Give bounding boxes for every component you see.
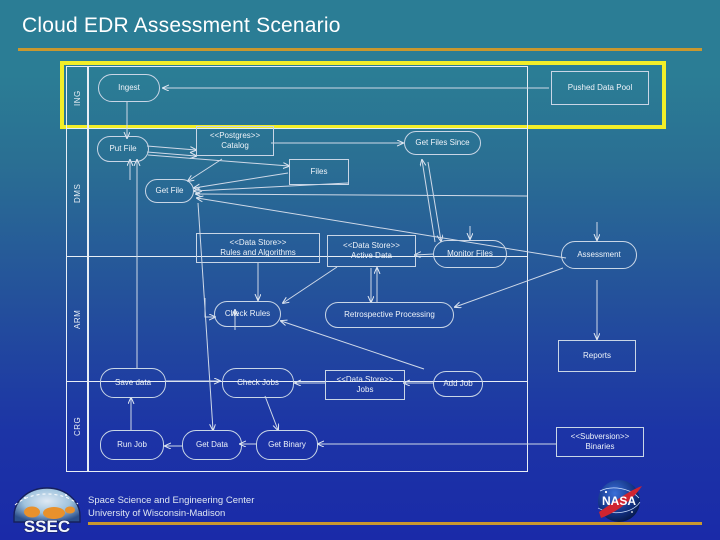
page-title: Cloud EDR Assessment Scenario [22,14,341,37]
node-label: Reports [582,351,611,361]
nasa-logo-text: NASA [602,494,636,508]
node-label: Save data [114,378,152,388]
node-label: Run Job [117,440,147,450]
node-put-file[interactable]: Put File [97,136,149,162]
node-check-rules[interactable]: Check Rules [214,301,281,327]
node-label: Jobs [356,385,374,394]
node-get-binary[interactable]: Get Binary [256,430,318,460]
node-jobs-store[interactable]: <<Data Store>> Jobs [325,370,405,400]
lane-label-arm: ARM [73,309,82,330]
node-rules-and-algorithms[interactable]: <<Data Store>> Rules and Algorithms [196,233,320,263]
node-label: Check Jobs [237,378,279,388]
node-save-data[interactable]: Save data [100,368,166,398]
node-run-job[interactable]: Run Job [100,430,164,460]
ssec-logo: SSEC [13,487,81,534]
node-catalog[interactable]: <<Postgres>> Catalog [196,126,274,156]
node-label: Put File [109,144,137,154]
lane-label-ing: ING [73,90,82,106]
node-label: Assessment [577,250,621,260]
node-active-data[interactable]: <<Data Store>> Active Data [327,235,416,267]
node-get-data[interactable]: Get Data [182,430,242,460]
node-get-files-since[interactable]: Get Files Since [404,131,481,155]
swimlane-diagram: ING DMS ARM CRG [66,66,528,472]
node-label: Catalog [221,141,249,150]
node-reports[interactable]: Reports [558,340,636,372]
node-label: Files [310,167,328,177]
node-files[interactable]: Files [289,159,349,185]
node-retrospective-processing[interactable]: Retrospective Processing [325,302,454,328]
node-check-jobs[interactable]: Check Jobs [222,368,294,398]
nasa-logo: NASA [597,480,642,522]
node-label: Add Job [443,379,473,389]
node-monitor-files[interactable]: Monitor Files [433,240,507,268]
node-label: Ingest [118,83,140,93]
node-stereotype: <<Postgres>> [209,131,261,141]
ssec-logo-text: SSEC [24,517,70,534]
node-label: Monitor Files [447,249,493,259]
node-label: Get Binary [268,440,306,450]
node-label: Get Data [195,440,228,450]
node-stereotype: <<Data Store>> [336,375,394,385]
node-stereotype: <<Data Store>> [343,241,400,251]
node-label: Check Rules [224,309,271,319]
node-stereotype: <<Subversion>> [570,432,630,442]
node-label: Active Data [351,251,392,260]
node-get-file[interactable]: Get File [145,179,194,203]
node-label: Binaries [585,442,615,451]
footer-text: Space Science and Engineering Center Uni… [88,494,254,521]
node-binaries[interactable]: <<Subversion>> Binaries [556,427,644,457]
node-ingest[interactable]: Ingest [98,74,160,102]
lane-label-crg: CRG [73,416,82,437]
node-label: Pushed Data Pool [567,83,633,93]
lane-separator-ing-dms [66,128,528,129]
node-pushed-data-pool[interactable]: Pushed Data Pool [551,71,649,105]
node-label: Retrospective Processing [344,310,435,320]
node-label: Rules and Algorithms [220,248,296,257]
footer-line-2: University of Wisconsin-Madison [88,508,226,520]
footer-line-1: Space Science and Engineering Center [88,495,255,506]
node-add-job[interactable]: Add Job [433,371,483,397]
lane-label-dms: DMS [73,183,82,203]
node-assessment[interactable]: Assessment [561,241,637,269]
title-divider [18,48,702,51]
node-label: Get File [155,186,184,196]
node-label: Get Files Since [415,138,470,148]
node-stereotype: <<Data Store>> [229,238,287,248]
slide: Cloud EDR Assessment Scenario ING DMS AR… [0,0,720,540]
